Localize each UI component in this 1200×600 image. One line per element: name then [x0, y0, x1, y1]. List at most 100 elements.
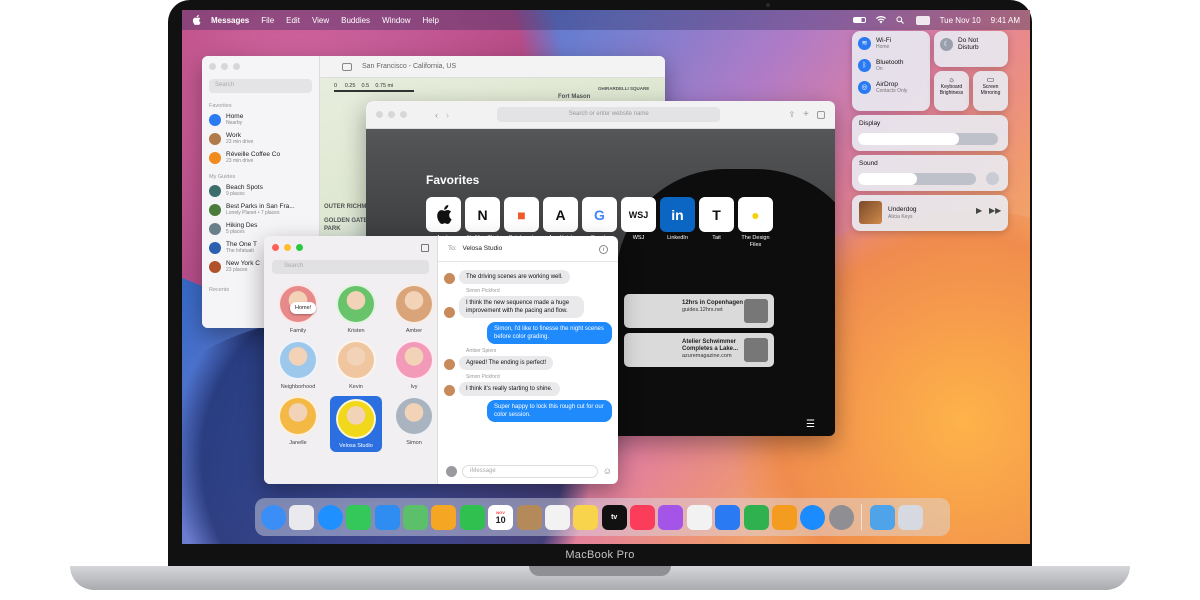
menu-time[interactable]: 9:41 AM — [991, 16, 1020, 25]
downloads-folder-icon[interactable] — [869, 504, 895, 530]
close-button[interactable] — [376, 111, 383, 118]
podcasts-icon[interactable] — [658, 504, 684, 530]
close-button[interactable] — [209, 63, 216, 70]
play-icon[interactable]: ▶ — [976, 206, 982, 215]
message-bubble[interactable]: Simon, I'd like to finesse the night sce… — [487, 322, 612, 344]
control-center-icon[interactable] — [915, 15, 930, 25]
bluetooth-toggle[interactable]: ᛒ Bluetooth On — [858, 59, 930, 72]
share-icon[interactable]: ⇪ — [788, 110, 795, 119]
message-bubble[interactable]: Agreed! The ending is perfect! — [459, 356, 554, 370]
pinned-conversation[interactable]: Kristen — [330, 284, 382, 334]
back-icon[interactable]: ‹ — [435, 110, 438, 120]
tv-icon[interactable]: tv — [601, 504, 627, 530]
app-store-apps-icon[interactable] — [446, 465, 457, 477]
contacts-icon[interactable] — [516, 504, 542, 530]
messages-icon[interactable] — [346, 504, 372, 530]
message-bubble[interactable]: The driving scenes are working well. — [459, 270, 570, 284]
keynote-icon[interactable] — [715, 504, 741, 530]
apple-menu-icon[interactable] — [192, 15, 201, 25]
news-icon[interactable] — [686, 504, 712, 530]
menu-edit[interactable]: Edit — [286, 16, 300, 25]
customize-icon[interactable]: ☰ — [806, 419, 815, 430]
sound-slider[interactable] — [858, 173, 976, 185]
recipient-name[interactable]: Velosa Studio — [462, 245, 502, 252]
battery-icon[interactable] — [852, 17, 866, 23]
next-track-icon[interactable]: ▶▶ — [989, 206, 1001, 215]
close-button[interactable] — [272, 244, 279, 251]
emoji-icon[interactable]: ☺ — [603, 466, 612, 476]
favorite-tile[interactable]: T Tait — [699, 197, 734, 248]
photos-icon[interactable] — [431, 504, 457, 530]
trash-icon[interactable] — [897, 504, 923, 530]
menu-window[interactable]: Window — [382, 16, 410, 25]
launchpad-icon[interactable] — [289, 504, 315, 530]
menu-buddies[interactable]: Buddies — [341, 16, 370, 25]
maps-search-input[interactable]: Search — [209, 79, 312, 93]
reading-card[interactable]: Atelier Schwimmer Completes a Lake... az… — [624, 333, 774, 367]
finder-icon[interactable] — [261, 504, 286, 530]
tabs-icon[interactable] — [817, 110, 825, 119]
pinned-conversation[interactable]: Simon — [388, 396, 440, 452]
search-icon[interactable] — [895, 16, 906, 24]
menu-help[interactable]: Help — [423, 16, 439, 25]
pages-icon[interactable] — [772, 504, 798, 530]
message-bubble[interactable]: I think the new sequence made a huge imp… — [459, 296, 584, 318]
system-preferences-icon[interactable] — [828, 504, 854, 530]
address-bar[interactable]: Search or enter website name — [497, 107, 721, 122]
info-icon[interactable]: i — [599, 245, 608, 254]
mail-icon[interactable] — [374, 504, 400, 530]
pinned-conversation[interactable]: Janelle — [272, 396, 324, 452]
menu-view[interactable]: View — [312, 16, 329, 25]
new-tab-icon[interactable]: + — [803, 109, 809, 120]
list-item[interactable]: Best Parks in San Fra... Lonely Planet • … — [209, 203, 312, 216]
list-item[interactable]: Beach Spots 9 places — [209, 184, 312, 197]
list-item-subtitle: 23 min drive — [226, 139, 254, 145]
app-store-icon[interactable] — [800, 504, 826, 530]
message-input[interactable]: iMessage — [462, 464, 598, 478]
airdrop-toggle[interactable]: ◎ AirDrop Contacts Only — [858, 81, 930, 94]
list-item[interactable]: Work 23 min drive — [209, 132, 312, 145]
numbers-icon[interactable] — [743, 504, 769, 530]
pinned-conversation[interactable]: Neighborhood — [272, 340, 324, 390]
messages-search-input[interactable]: Search — [272, 260, 429, 274]
zoom-button[interactable] — [233, 63, 240, 70]
menu-date[interactable]: Tue Nov 10 — [940, 16, 981, 25]
menu-file[interactable]: File — [261, 16, 274, 25]
pinned-conversation[interactable]: Velosa Studio — [330, 396, 382, 452]
do-not-disturb-toggle[interactable]: ☾ Do Not Disturb — [934, 31, 1008, 67]
screen-mirroring-button[interactable]: ▭ Screen Mirroring — [973, 71, 1008, 111]
reading-card[interactable]: 12hrs in Copenhagen guides.12hrs.net — [624, 294, 774, 328]
safari-icon[interactable] — [317, 504, 343, 530]
pinned-conversation[interactable]: Ivy — [388, 340, 440, 390]
favorite-tile[interactable]: ● The Design Files — [738, 197, 773, 248]
wifi-toggle[interactable]: ≋ Wi-Fi Home — [858, 37, 930, 50]
airplay-audio-icon[interactable] — [986, 172, 999, 185]
forward-icon[interactable]: › — [446, 110, 449, 120]
zoom-button[interactable] — [296, 244, 303, 251]
sidebar-toggle-icon[interactable] — [342, 62, 352, 71]
calendar-icon[interactable]: NOV 10 — [488, 504, 514, 530]
zoom-button[interactable] — [400, 111, 407, 118]
keyboard-brightness-button[interactable]: ☼ Keyboard Brightness — [934, 71, 969, 111]
facetime-icon[interactable] — [459, 504, 485, 530]
reminders-icon[interactable] — [544, 504, 570, 530]
notes-icon[interactable] — [573, 504, 599, 530]
wifi-icon[interactable] — [875, 15, 886, 24]
list-item[interactable]: Home Nearby — [209, 113, 312, 126]
pinned-conversation[interactable]: Kevin — [330, 340, 382, 390]
message-bubble[interactable]: I think it's really starting to shine. — [459, 382, 560, 396]
display-slider[interactable] — [858, 133, 998, 145]
music-icon[interactable] — [630, 504, 656, 530]
favorite-tile[interactable]: WSJ WSJ — [621, 197, 656, 248]
favorite-tile[interactable]: in LinkedIn — [660, 197, 695, 248]
maps-icon[interactable] — [402, 504, 428, 530]
compose-icon[interactable] — [421, 244, 429, 252]
minimize-button[interactable] — [284, 244, 291, 251]
list-item[interactable]: Réveille Coffee Co 23 min drive — [209, 151, 312, 164]
minimize-button[interactable] — [221, 63, 228, 70]
message-bubble[interactable]: Super happy to lock this rough cut for o… — [487, 400, 612, 422]
menu-app-name[interactable]: Messages — [211, 16, 249, 25]
minimize-button[interactable] — [388, 111, 395, 118]
pinned-conversation[interactable]: Amber — [388, 284, 440, 334]
list-item[interactable]: Hiking Des 5 places — [209, 222, 312, 235]
